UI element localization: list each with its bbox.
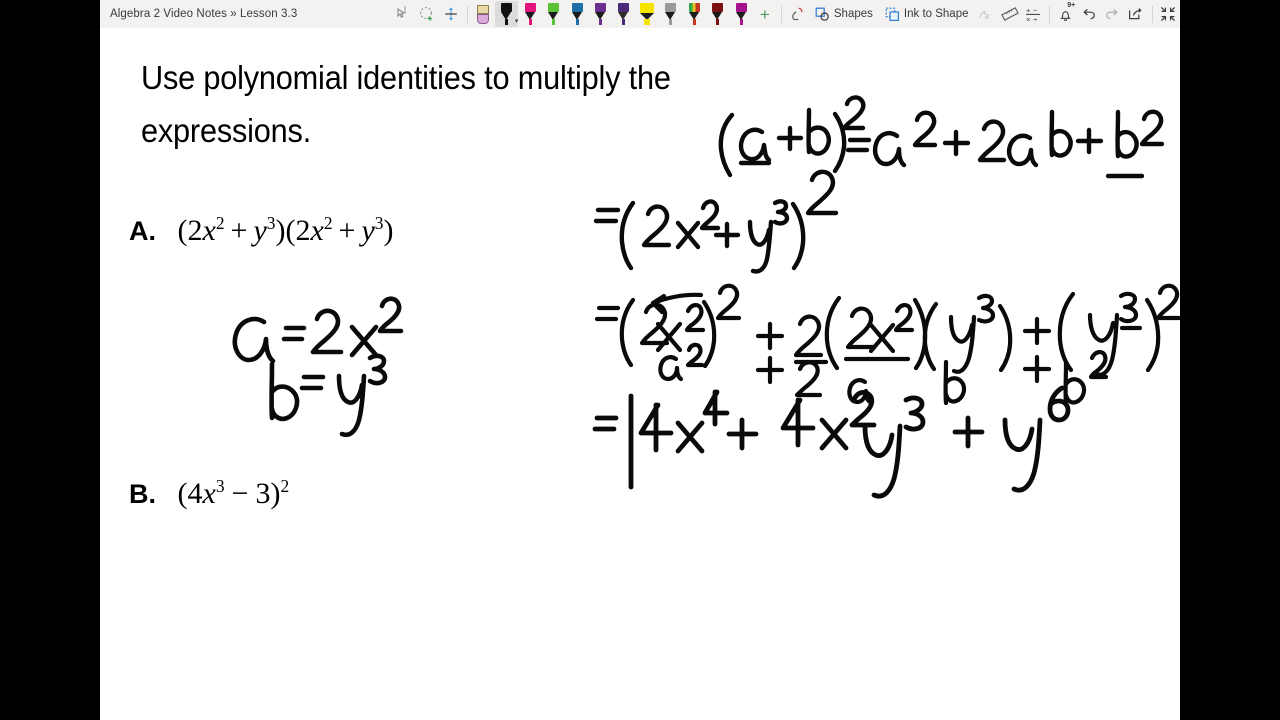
pen-dark-red-pen[interactable] <box>706 1 729 27</box>
share-icon[interactable] <box>1124 1 1147 27</box>
ink-substitution-b <box>269 353 388 438</box>
pen-purple-pen[interactable] <box>589 1 612 27</box>
pen-green-pen[interactable] <box>542 1 565 27</box>
pen-icon <box>688 3 701 25</box>
page-title: Use polynomial identities to multiply th… <box>141 59 671 150</box>
svg-text:×: × <box>1026 15 1030 23</box>
select-ink-area-icon[interactable] <box>416 1 439 27</box>
note-page-canvas[interactable]: Use polynomial identities to multiply th… <box>100 28 1180 720</box>
pen-pink-pen[interactable] <box>518 1 541 27</box>
redo-icon[interactable] <box>1101 1 1124 27</box>
notifications-bell-icon[interactable]: 9+ <box>1054 1 1077 27</box>
pen-yellow-highlighter[interactable] <box>636 1 659 27</box>
pen-blue-pen[interactable] <box>565 1 588 27</box>
svg-text:−: − <box>1033 6 1038 15</box>
pen-black-pen[interactable]: ▾ <box>494 1 519 27</box>
pen-rainbow-pen[interactable] <box>683 1 706 27</box>
ink-to-shape-label: Ink to Shape <box>903 8 969 20</box>
paren-open: ( <box>177 214 188 247</box>
onenote-window: Algebra 2 Video Notes » Lesson 3.3 I ▾ +… <box>100 0 1180 720</box>
notification-badge: 9+ <box>1067 2 1076 9</box>
toolbar-divider <box>780 5 782 23</box>
pen-eraser[interactable] <box>471 1 494 27</box>
svg-text:I: I <box>403 5 406 15</box>
breadcrumb: Algebra 2 Video Notes » Lesson 3.3 <box>110 8 298 20</box>
toolbar-divider <box>466 5 468 23</box>
ink-to-shape-button[interactable]: Ink to Shape <box>879 1 975 27</box>
pen-icon <box>735 3 748 25</box>
pen-icon <box>547 3 560 25</box>
pen-icon <box>664 3 677 25</box>
pen-violet-pen[interactable] <box>612 1 635 27</box>
toolbar-divider <box>1151 5 1153 23</box>
pen-icon <box>571 3 584 25</box>
draw-with-touch-icon[interactable] <box>785 1 808 27</box>
svg-text:+: + <box>1026 6 1031 15</box>
shapes-button[interactable]: Shapes <box>809 1 879 27</box>
highlighter-icon <box>639 3 655 25</box>
lasso-select-icon[interactable]: I <box>392 1 415 27</box>
pen-icon <box>524 3 537 25</box>
plus-icon: + <box>759 4 770 24</box>
ink-substitution-a <box>232 296 404 364</box>
shapes-label: Shapes <box>833 8 873 20</box>
ruler-icon[interactable] <box>998 1 1021 27</box>
ink-to-math-icon[interactable]: + − × ÷ <box>1021 1 1044 27</box>
ink-final-answer <box>592 385 1071 499</box>
svg-text:a: a <box>985 11 989 21</box>
ink-to-text-icon: a <box>974 1 997 27</box>
svg-text:÷: ÷ <box>1033 15 1037 23</box>
eraser-icon <box>477 4 490 25</box>
pen-icon <box>594 3 607 25</box>
problem-b-label: B. <box>129 479 156 509</box>
pen-silver-pen[interactable] <box>659 1 682 27</box>
draw-toolbar: Algebra 2 Video Notes » Lesson 3.3 I ▾ +… <box>100 0 1180 29</box>
toolbar-divider <box>1048 5 1050 23</box>
pen-icon <box>500 3 513 25</box>
undo-icon[interactable] <box>1077 1 1100 27</box>
pen-icon <box>617 3 630 25</box>
collapse-ribbon-icon[interactable] <box>1157 1 1180 27</box>
screen: Algebra 2 Video Notes » Lesson 3.3 I ▾ +… <box>0 0 1280 720</box>
problem-b: B. (4x3−3)2 <box>129 476 290 510</box>
add-pen-button[interactable]: + <box>753 1 776 27</box>
problem-a-label: A. <box>129 216 156 246</box>
pen-magenta-pen[interactable] <box>730 1 753 27</box>
ink-equals-squared-a <box>593 169 839 274</box>
insert-space-icon[interactable] <box>439 1 462 27</box>
ink-to-shape-icon <box>885 7 899 21</box>
pen-icon <box>711 3 724 25</box>
ink-expansion-line <box>594 283 1180 407</box>
shapes-icon <box>815 7 829 21</box>
problem-a: A. (2x2 + y3)(2x2 + y3) <box>129 213 394 247</box>
